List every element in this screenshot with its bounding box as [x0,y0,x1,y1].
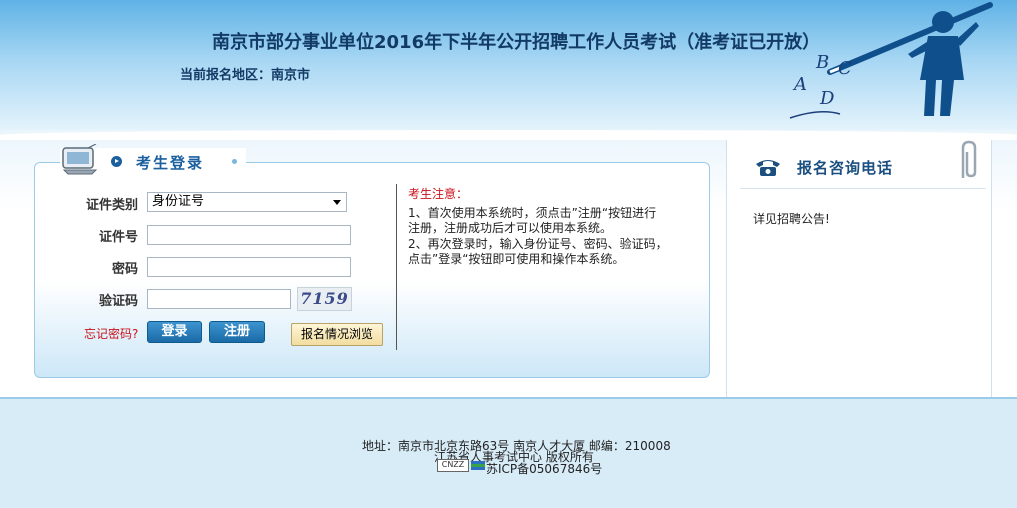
consult-text: 详见招聘公告! [753,212,830,226]
current-region: 当前报名地区：南京市 [180,68,311,83]
notice-title: 考生注意： [408,187,469,201]
password-label: 密码 [111,262,138,277]
title-dot-icon [232,159,237,164]
letter-c-mark: C [838,58,852,79]
browse-registration-button[interactable]: 报名情况浏览 [291,323,383,346]
consult-title: 报名咨询电话 [797,159,894,177]
footer-icp[interactable]: 苏ICP备05067846号 [486,460,602,477]
dropdown-arrow-icon [333,200,341,205]
bullet-arrow-icon [111,156,122,167]
computer-icon [62,144,98,175]
letter-d-mark: D [819,88,835,109]
icp-flag-icon [471,461,485,470]
paperclip-icon [961,140,977,178]
captcha-image[interactable]: 7159 [297,287,352,311]
forgot-password-link[interactable]: 忘记密码? [84,325,138,342]
id-type-label: 证件类别 [85,198,138,213]
id-number-input[interactable] [147,225,351,245]
id-type-value: 身份证号 [152,194,205,209]
id-number-label: 证件号 [98,230,138,245]
captcha-label: 验证码 [98,294,138,309]
login-button[interactable]: 登录 [147,321,202,343]
vertical-divider [396,184,397,350]
telephone-icon [756,160,780,176]
notice-line: 点击”登录“按钮即可使用和操作本系统。 [408,252,625,266]
id-type-select[interactable]: 身份证号 [147,192,347,212]
person-with-pen-illustration: A B C D [789,2,993,119]
page-title: 南京市部分事业单位2016年下半年公开招聘工作人员考试（准考证已开放） [212,32,821,53]
header-banner: 南京市部分事业单位2016年下半年公开招聘工作人员考试（准考证已开放） 当前报名… [0,0,1017,132]
register-button[interactable]: 注册 [209,321,265,343]
letter-a-mark: A [792,74,807,95]
letter-b-mark: B [815,52,829,73]
login-section-title: 考生登录 [136,154,205,172]
notice-line: 注册，注册成功后才可以使用本系统。 [408,221,613,235]
cnzz-badge[interactable]: CNZZ [437,459,469,472]
captcha-input[interactable] [147,289,291,309]
password-input[interactable] [147,257,351,277]
